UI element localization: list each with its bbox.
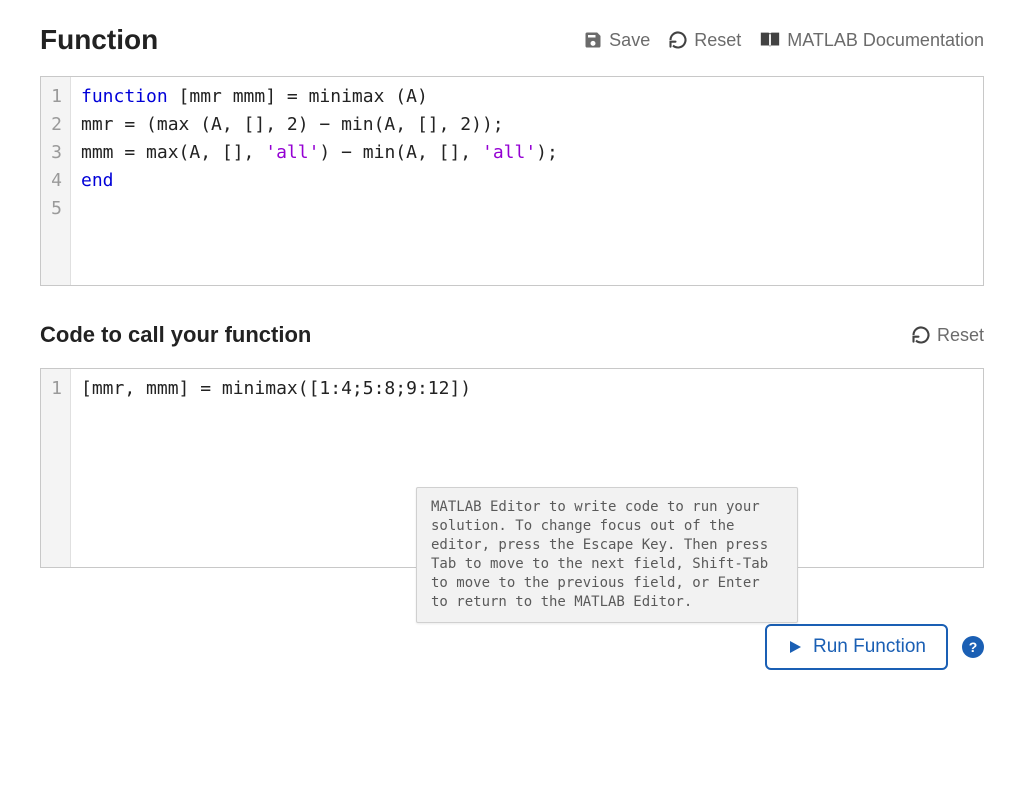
line-gutter: 1 (41, 369, 71, 567)
code-area[interactable]: function [mmr mmm] = minimax (A)mmr = (m… (71, 77, 983, 285)
docs-button[interactable]: MATLAB Documentation (759, 30, 984, 51)
help-button[interactable]: ? (962, 636, 984, 658)
editor-tooltip: MATLAB Editor to write code to run your … (416, 487, 798, 623)
function-editor[interactable]: 12345 function [mmr mmm] = minimax (A)mm… (40, 76, 984, 286)
function-heading: Function (40, 24, 158, 56)
save-label: Save (609, 30, 650, 51)
docs-label: MATLAB Documentation (787, 30, 984, 51)
caller-toolbar: Reset (911, 325, 984, 346)
reset-icon (911, 325, 931, 345)
run-function-button[interactable]: Run Function (765, 624, 948, 670)
caller-reset-label: Reset (937, 325, 984, 346)
caller-heading: Code to call your function (40, 322, 311, 348)
run-row: Run Function ? (40, 624, 984, 670)
reset-button[interactable]: Reset (668, 30, 741, 51)
caller-editor[interactable]: 1 [mmr, mmm] = minimax([1:4;5:8;9:12]) M… (40, 368, 984, 568)
function-section-header: Function Save Reset MATLAB Documentation (40, 24, 984, 56)
function-toolbar: Save Reset MATLAB Documentation (583, 30, 984, 51)
save-button[interactable]: Save (583, 30, 650, 51)
reset-label: Reset (694, 30, 741, 51)
run-label: Run Function (813, 636, 926, 658)
book-icon (759, 30, 781, 50)
line-gutter: 12345 (41, 77, 71, 285)
caller-section-header: Code to call your function Reset (40, 322, 984, 348)
reset-icon (668, 30, 688, 50)
play-icon (787, 639, 803, 655)
caller-reset-button[interactable]: Reset (911, 325, 984, 346)
save-icon (583, 30, 603, 50)
